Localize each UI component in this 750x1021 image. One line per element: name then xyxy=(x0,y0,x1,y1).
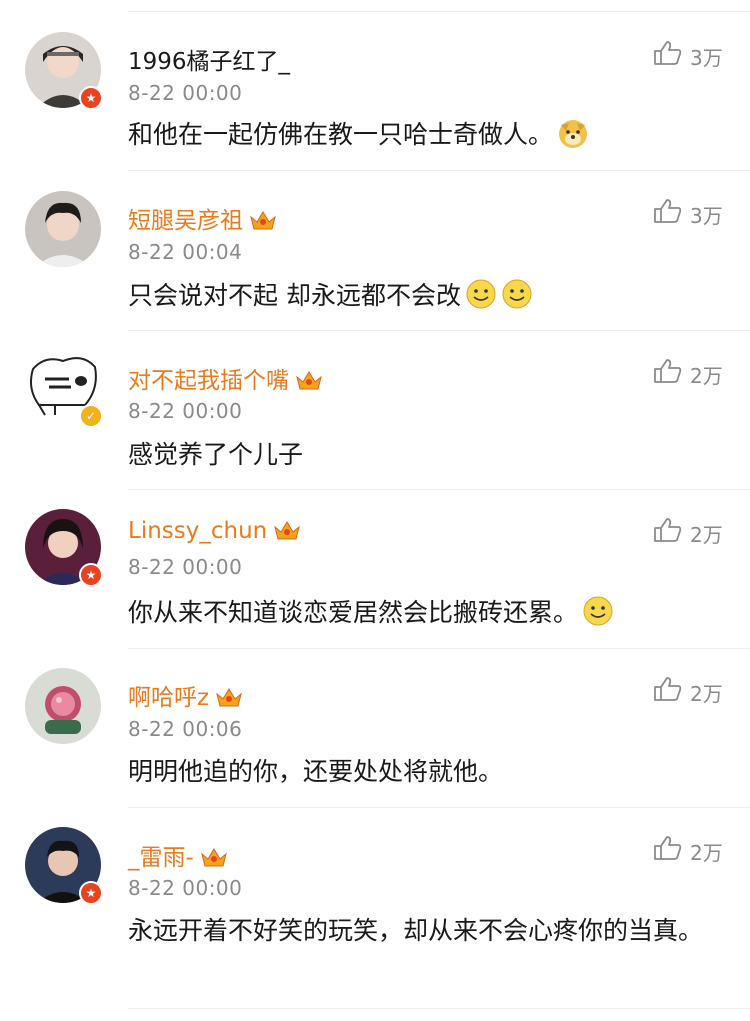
smile-emoji-icon xyxy=(583,596,613,626)
doge-emoji-icon xyxy=(559,120,588,148)
username[interactable]: Linssy_chun xyxy=(128,518,301,544)
like-icon[interactable] xyxy=(653,358,683,384)
username[interactable]: 对不起我插个嘴 xyxy=(128,361,323,395)
like-count: 3万 xyxy=(690,46,723,70)
like-count: 2万 xyxy=(690,682,723,706)
divider xyxy=(128,170,750,171)
divider xyxy=(128,330,750,331)
vip-crown-icon xyxy=(274,521,301,540)
like-count: 2万 xyxy=(690,523,723,547)
username[interactable]: 啊哈呼z xyxy=(128,678,243,712)
divider xyxy=(128,807,750,808)
like-count: 3万 xyxy=(690,204,723,228)
divider xyxy=(128,489,750,490)
like-icon[interactable] xyxy=(653,835,683,861)
username[interactable]: _雷雨- xyxy=(128,838,228,872)
smile-emoji-icon xyxy=(502,279,532,309)
timestamp: 8-22 00:06 xyxy=(128,717,243,741)
divider xyxy=(128,648,750,649)
divider xyxy=(128,11,750,12)
avatar[interactable] xyxy=(25,668,101,744)
like-icon[interactable] xyxy=(653,198,683,224)
timestamp: 8-22 00:00 xyxy=(128,876,243,900)
username[interactable]: 1996橘子红了_ xyxy=(128,42,290,76)
comment-text: 你从来不知道谈恋爱居然会比搬砖还累。 xyxy=(128,593,713,633)
vip-crown-icon xyxy=(200,848,227,867)
divider xyxy=(128,1008,750,1009)
timestamp: 8-22 00:00 xyxy=(128,399,243,423)
like-count: 2万 xyxy=(690,841,723,865)
timestamp: 8-22 00:00 xyxy=(128,555,243,579)
comment-text: 永远开着不好笑的玩笑，却从来不会心疼你的当真。 xyxy=(128,916,704,945)
vip-crown-icon xyxy=(216,688,242,707)
like-icon[interactable] xyxy=(653,40,683,66)
vip-crown-icon xyxy=(296,371,322,390)
smile-emoji-icon xyxy=(466,279,496,309)
like-icon[interactable] xyxy=(653,676,683,702)
comment-text: 和他在一起仿佛在教一只哈士奇做人。 xyxy=(128,115,713,155)
verified-badge: ✓ xyxy=(79,404,103,428)
comment-text: 明明他追的你，还要处处将就他。 xyxy=(128,757,504,786)
like-icon[interactable] xyxy=(653,517,683,543)
comment-text: 只会说对不起 却永远都不会改 xyxy=(128,276,713,316)
username[interactable]: 短腿吴彦祖 xyxy=(128,201,277,235)
vip-crown-icon xyxy=(250,211,276,230)
like-count: 2万 xyxy=(690,364,723,388)
timestamp: 8-22 00:00 xyxy=(128,81,243,105)
verified-badge: ★ xyxy=(79,86,103,110)
verified-badge: ★ xyxy=(79,563,103,587)
timestamp: 8-22 00:04 xyxy=(128,240,243,264)
avatar[interactable] xyxy=(25,191,101,267)
verified-badge: ★ xyxy=(79,881,103,905)
comment-text: 感觉养了个儿子 xyxy=(128,440,304,469)
